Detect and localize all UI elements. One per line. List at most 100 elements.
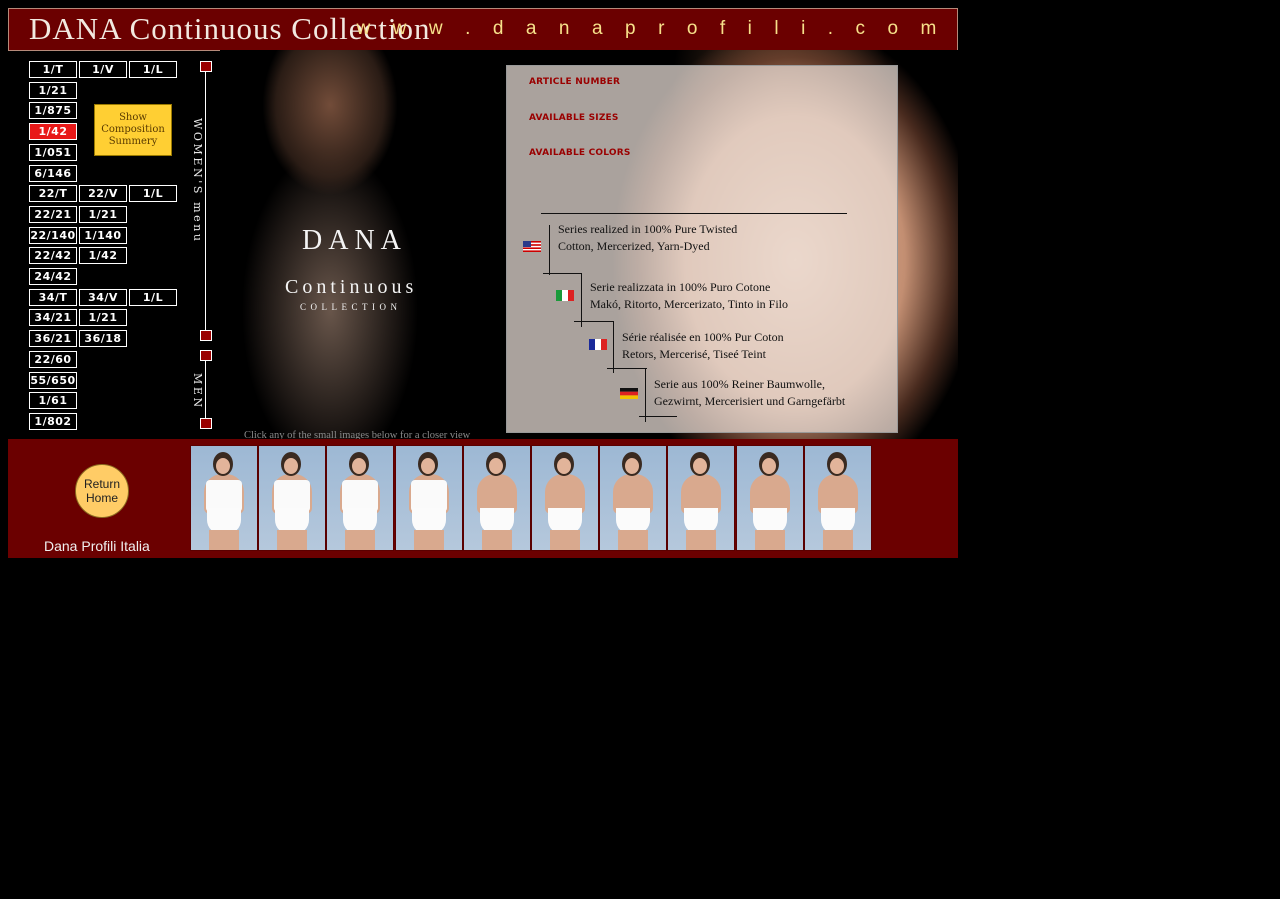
nav-button-men-34-v[interactable]: 34/V bbox=[79, 288, 127, 306]
site-header: DANA Continuous Collection w w w . d a n… bbox=[8, 8, 958, 51]
nav-button-men-34-t[interactable]: 34/T bbox=[29, 288, 77, 306]
description-fr-line-2: Retors, Mercerisé, Tiseé Teint bbox=[622, 347, 766, 361]
description-en-line-1: Series realized in 100% Pure Twisted bbox=[558, 222, 738, 236]
thumbnail-legs bbox=[277, 530, 308, 550]
nav-button-men-1-l[interactable]: 1/L bbox=[129, 288, 177, 306]
thumbnail-face bbox=[829, 458, 844, 474]
nav-button-women-22-t[interactable]: 22/T bbox=[29, 185, 77, 203]
rail-marker-women-top[interactable] bbox=[200, 61, 212, 72]
nav-button-women-1-140[interactable]: 1/140 bbox=[79, 226, 127, 244]
nav-button-women-1-t[interactable]: 1/T bbox=[29, 61, 77, 78]
connector-line bbox=[639, 416, 677, 417]
italy-flag-icon bbox=[556, 290, 574, 301]
rail-line-men bbox=[205, 360, 206, 424]
connector-line bbox=[613, 321, 614, 373]
nav-button-women-1-875[interactable]: 1/875 bbox=[29, 102, 77, 120]
rail-line-women bbox=[205, 71, 206, 339]
nav-button-men-36-21[interactable]: 36/21 bbox=[29, 330, 77, 348]
product-thumbnail[interactable] bbox=[531, 445, 599, 551]
product-thumbnail[interactable] bbox=[735, 445, 804, 551]
product-thumbnail[interactable] bbox=[394, 445, 463, 551]
description-de-line-2: Gezwirnt, Mercerisiert und Garngefärbt bbox=[654, 394, 846, 408]
description-fr: Série réalisée en 100% Pur Coton Retors,… bbox=[622, 329, 784, 363]
nav-button-women-22-v[interactable]: 22/V bbox=[79, 185, 127, 203]
thumbnail-face bbox=[216, 458, 230, 474]
description-it-line-1: Serie realizzata in 100% Puro Cotone bbox=[590, 280, 771, 294]
connector-line bbox=[607, 368, 647, 369]
thumbnail-legs bbox=[686, 530, 717, 550]
nav-button-men-55-650[interactable]: 55/650 bbox=[29, 371, 77, 389]
site-url[interactable]: w w w . d a n a p r o f i l i . c o m bbox=[356, 18, 945, 40]
thumbnail-legs bbox=[209, 530, 239, 550]
available-sizes-label: AVAILABLE SIZES bbox=[529, 113, 619, 123]
womens-menu-label: WOMEN'S menu bbox=[191, 118, 204, 244]
rail-marker-men-bottom[interactable] bbox=[200, 418, 212, 429]
nav-button-men-22-60[interactable]: 22/60 bbox=[29, 350, 77, 368]
rail-marker-men-top[interactable] bbox=[200, 350, 212, 361]
show-composition-button[interactable]: Show Composition Summery bbox=[94, 104, 172, 156]
product-thumbnail[interactable] bbox=[599, 445, 668, 551]
connector-line bbox=[581, 273, 582, 327]
nav-button-women-22-21[interactable]: 22/21 bbox=[29, 205, 77, 223]
nav-button-women-1-v[interactable]: 1/V bbox=[79, 61, 127, 78]
thumbnail-face bbox=[488, 458, 503, 474]
description-de: Serie aus 100% Reiner Baumwolle, Gezwirn… bbox=[654, 376, 845, 410]
nav-button-women-22-140[interactable]: 22/140 bbox=[29, 226, 77, 244]
connector-line bbox=[574, 321, 614, 322]
nav-button-men-1-802[interactable]: 1/802 bbox=[29, 412, 77, 430]
connector-line bbox=[549, 225, 550, 275]
thumbnail-legs bbox=[550, 530, 580, 550]
product-thumbnail[interactable] bbox=[258, 445, 327, 551]
germany-flag-icon bbox=[620, 388, 638, 399]
description-en-line-2: Cotton, Mercerized, Yarn-Dyed bbox=[558, 239, 710, 253]
hero-brand: DANA bbox=[302, 225, 407, 256]
connector-line bbox=[645, 368, 646, 422]
description-it: Serie realizzata in 100% Puro Cotone Mak… bbox=[590, 279, 788, 313]
product-thumbnail[interactable] bbox=[190, 445, 258, 551]
thumbnail-legs bbox=[754, 530, 785, 550]
nav-button-women-1-051[interactable]: 1/051 bbox=[29, 143, 77, 161]
product-thumbnail[interactable] bbox=[803, 445, 872, 551]
connector-line bbox=[543, 273, 581, 274]
nav-button-women-6-146[interactable]: 6/146 bbox=[29, 164, 77, 182]
article-info-panel: ARTICLE NUMBER AVAILABLE SIZES AVAILABLE… bbox=[506, 65, 898, 433]
thumbnail-face bbox=[420, 458, 435, 474]
description-it-line-2: Makó, Ritorto, Mercerizato, Tinto in Fil… bbox=[590, 297, 788, 311]
hero-collection: COLLECTION bbox=[300, 302, 402, 312]
nav-button-women-1-l[interactable]: 1/L bbox=[129, 61, 177, 78]
thumbnail-legs bbox=[481, 530, 512, 550]
brand-name: Dana Profili Italia bbox=[44, 538, 150, 554]
nav-button-women-1-21[interactable]: 1/21 bbox=[79, 205, 127, 223]
page-frame: DANA Continuous Collection w w w . d a n… bbox=[8, 8, 958, 558]
product-thumbnail[interactable] bbox=[462, 445, 531, 551]
hero-continuous: Continuous bbox=[285, 276, 418, 298]
thumbnail-legs bbox=[345, 530, 376, 550]
product-thumbnail[interactable] bbox=[326, 445, 395, 551]
nav-button-women-1-42[interactable]: 1/42 bbox=[29, 123, 77, 141]
us-flag-icon bbox=[523, 241, 541, 252]
nav-button-men-1-61[interactable]: 1/61 bbox=[29, 392, 77, 410]
thumbnail-legs bbox=[413, 530, 444, 550]
thumbnail-legs bbox=[822, 530, 853, 550]
description-de-line-1: Serie aus 100% Reiner Baumwolle, bbox=[654, 377, 825, 391]
nav-button-men-34-21[interactable]: 34/21 bbox=[29, 309, 77, 327]
nav-button-men-1-21[interactable]: 1/21 bbox=[79, 309, 127, 327]
return-home-button[interactable]: Return Home bbox=[75, 464, 129, 518]
article-number-label: ARTICLE NUMBER bbox=[529, 77, 621, 87]
rail-marker-women-bottom[interactable] bbox=[200, 330, 212, 341]
nav-button-women-1-42[interactable]: 1/42 bbox=[79, 247, 127, 265]
description-fr-line-1: Série réalisée en 100% Pur Coton bbox=[622, 330, 784, 344]
thumbnail-legs bbox=[618, 530, 649, 550]
thumbnail-face bbox=[557, 458, 571, 474]
nav-button-women-1-l[interactable]: 1/L bbox=[129, 185, 177, 203]
nav-button-men-36-18[interactable]: 36/18 bbox=[79, 330, 127, 348]
thumbnail-face bbox=[761, 458, 776, 474]
men-label: MEN bbox=[191, 373, 204, 410]
nav-button-women-24-42[interactable]: 24/42 bbox=[29, 268, 77, 285]
product-thumbnail[interactable] bbox=[667, 445, 736, 551]
divider-line bbox=[541, 213, 847, 214]
bottom-bar: Return Home Dana Profili Italia bbox=[8, 439, 958, 558]
description-en: Series realized in 100% Pure Twisted Cot… bbox=[558, 221, 737, 255]
nav-button-women-22-42[interactable]: 22/42 bbox=[29, 247, 77, 265]
nav-button-women-1-21[interactable]: 1/21 bbox=[29, 81, 77, 99]
